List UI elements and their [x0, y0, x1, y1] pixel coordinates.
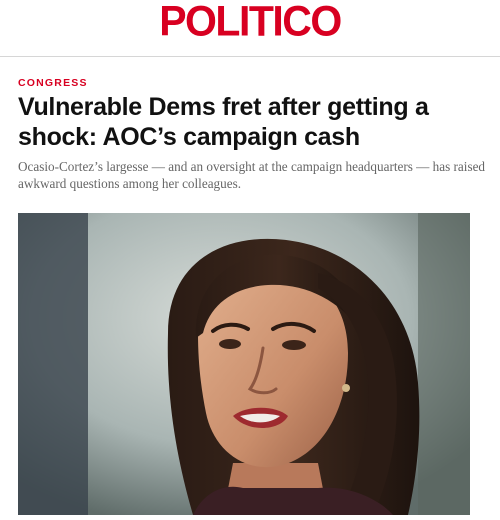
masthead: POLITICO: [0, 0, 500, 57]
headline: Vulnerable Dems fret after getting a sho…: [18, 93, 429, 151]
politico-logo[interactable]: POLITICO: [0, 0, 500, 44]
section-link[interactable]: CONGRESS: [18, 77, 88, 89]
lead-photo: [18, 213, 470, 515]
lead-photo-illustration: [18, 213, 470, 515]
article-dek: Ocasio-Cortez’s largesse — and an oversi…: [18, 159, 486, 191]
